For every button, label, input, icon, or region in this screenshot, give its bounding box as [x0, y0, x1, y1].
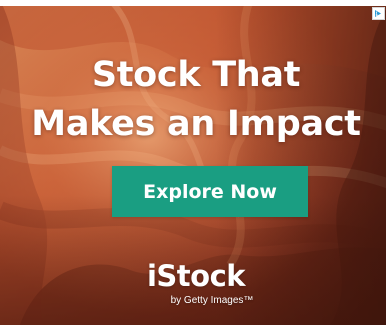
adchoices-icon[interactable] — [372, 7, 385, 20]
headline-line-2: Makes an Impact — [31, 104, 361, 144]
istock-ad-banner[interactable]: Stock That Makes an Impact Explore Now i… — [0, 0, 392, 325]
headline-line-1: Stock That — [91, 55, 301, 95]
adchoices-glyph-icon — [375, 10, 381, 17]
istock-logo-text: iStock — [146, 259, 246, 293]
getty-images-subtext: by Getty Images™ — [170, 295, 254, 306]
explore-now-button[interactable]: Explore Now — [112, 166, 308, 217]
istock-logo[interactable]: iStock by Getty Images™ — [0, 259, 392, 307]
frame-border-top — [0, 0, 392, 6]
